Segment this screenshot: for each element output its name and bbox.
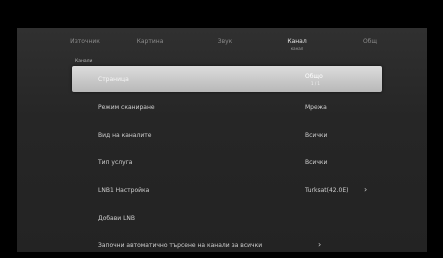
menu-row-add-lnb[interactable]: Добави LNB bbox=[72, 205, 382, 231]
menu-row-scan-mode[interactable]: Режим сканиране Мрежа bbox=[72, 94, 382, 120]
row-value: Общо bbox=[305, 73, 323, 80]
tab-label: Звук bbox=[217, 38, 233, 45]
row-value: Всички bbox=[305, 132, 328, 139]
tab-label: Картина bbox=[136, 38, 164, 45]
row-label: Страница bbox=[98, 76, 129, 83]
tab-general[interactable]: Общ bbox=[363, 38, 377, 45]
tv-screen: Източник Картина Звук Канал канал Общ Ка… bbox=[0, 0, 443, 252]
row-value-sub: 1 / 1 bbox=[311, 81, 320, 86]
menu-row-service-type[interactable]: Тип услуга Всички bbox=[72, 149, 382, 175]
row-value: Мрежа bbox=[305, 104, 327, 111]
menu-row-auto-scan[interactable]: Започни автоматично търсене на канали за… bbox=[72, 232, 382, 258]
settings-tabs: Източник Картина Звук Канал канал Общ bbox=[17, 38, 427, 58]
tab-label: Канал bbox=[287, 38, 307, 45]
tab-label: Общ bbox=[362, 38, 378, 45]
settings-panel: Източник Картина Звук Канал канал Общ Ка… bbox=[17, 28, 427, 252]
section-label: Канали bbox=[75, 59, 93, 64]
tab-channel[interactable]: Канал канал bbox=[287, 38, 306, 51]
chevron-right-icon: › bbox=[364, 185, 368, 194]
row-label: LNB1 Настройка bbox=[98, 187, 150, 194]
row-label: Тип услуга bbox=[98, 159, 133, 166]
row-label: Вид на каналите bbox=[98, 132, 152, 139]
row-value: Всички bbox=[305, 159, 328, 166]
tab-sublabel: канал bbox=[290, 46, 304, 51]
tab-picture[interactable]: Картина bbox=[137, 38, 164, 45]
tab-source[interactable]: Източник bbox=[70, 38, 100, 45]
tab-sound[interactable]: Звук bbox=[218, 38, 233, 45]
chevron-right-icon: › bbox=[318, 240, 322, 249]
row-value: Turksat(42.0E) bbox=[305, 187, 349, 194]
menu-row-lnb1-setup[interactable]: LNB1 Настройка Turksat(42.0E) › bbox=[72, 177, 382, 203]
row-label: Започни автоматично търсене на канали за… bbox=[98, 242, 263, 249]
menu-row-channel-type[interactable]: Вид на каналите Всички bbox=[72, 122, 382, 148]
tab-label: Източник bbox=[70, 38, 100, 45]
row-label: Режим сканиране bbox=[98, 104, 155, 111]
row-label: Добави LNB bbox=[98, 215, 136, 222]
menu-row-page[interactable]: Страница Общо 1 / 1 bbox=[72, 66, 382, 92]
